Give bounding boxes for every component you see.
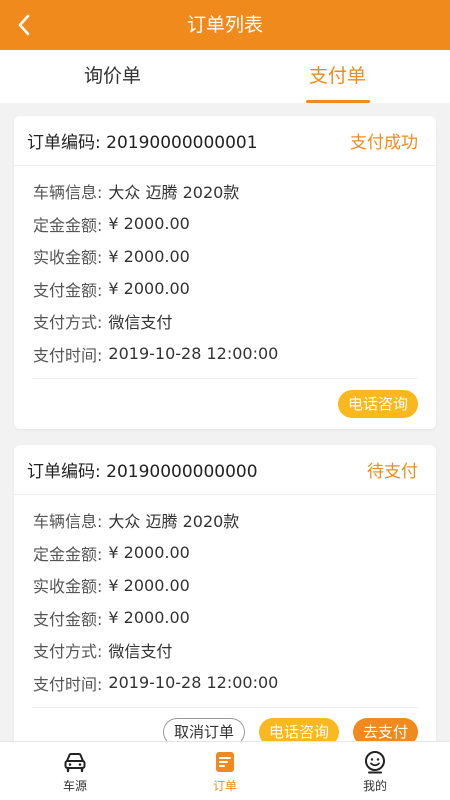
tabbar-item-profile[interactable]: 我的 <box>300 742 450 800</box>
order-status: 待支付 <box>367 462 418 482</box>
tab-inquiry-label: 询价单 <box>83 65 141 87</box>
order-card-header: 订单编码: 20190000000001 支付成功 <box>14 116 436 166</box>
field-value: 微信支付 <box>108 642 173 662</box>
payment-time-row: 支付时间: 2019-10-28 12:00:00 <box>33 338 436 371</box>
field-label: 支付金额: <box>33 280 103 300</box>
field-label: 定金金额: <box>33 544 103 564</box>
bottom-tab-bar: 车源 订单 我的 <box>0 741 450 800</box>
field-value: 大众 迈腾 2020款 <box>108 512 240 532</box>
phone-consult-button[interactable]: 电话咨询 <box>258 718 339 741</box>
field-value: ¥ 2000.00 <box>108 214 190 234</box>
active-tab-indicator <box>305 100 370 103</box>
payment-time-row: 支付时间: 2019-10-28 12:00:00 <box>33 667 436 700</box>
vehicle-info-row: 车辆信息: 大众 迈腾 2020款 <box>33 175 436 208</box>
tabbar-label: 订单 <box>212 778 237 793</box>
field-label: 支付方式: <box>33 313 103 333</box>
paid-amount-row: 支付金额: ¥ 2000.00 <box>33 602 436 635</box>
field-value: ¥ 2000.00 <box>108 608 190 628</box>
field-label: 车辆信息: <box>33 512 103 532</box>
order-status: 支付成功 <box>350 133 418 153</box>
field-value: 大众 迈腾 2020款 <box>108 183 240 203</box>
field-label: 车辆信息: <box>33 183 103 203</box>
payment-method-row: 支付方式: 微信支付 <box>33 634 436 667</box>
field-label: 支付方式: <box>33 642 103 662</box>
field-value: ¥ 2000.00 <box>108 246 190 266</box>
field-value: ¥ 2000.00 <box>108 543 190 563</box>
field-value: ¥ 2000.00 <box>108 279 190 299</box>
tabbar-label: 车源 <box>62 778 87 793</box>
order-details: 车辆信息: 大众 迈腾 2020款 定金金额: ¥ 2000.00 实收金额: ¥ 2… <box>14 495 436 699</box>
field-value: 微信支付 <box>108 313 173 333</box>
paid-amount-row: 支付金额: ¥ 2000.00 <box>33 273 436 306</box>
tab-payment[interactable]: 支付单 <box>225 50 450 103</box>
field-label: 支付时间: <box>33 345 103 365</box>
order-actions: 电话咨询 <box>14 379 436 429</box>
app-header: 订单列表 <box>0 0 450 50</box>
field-label: 实收金额: <box>33 248 103 268</box>
tab-payment-label: 支付单 <box>308 65 366 87</box>
field-label: 支付金额: <box>33 609 103 629</box>
profile-icon <box>365 750 385 773</box>
field-value: 2019-10-28 12:00:00 <box>108 344 279 364</box>
tabbar-item-orders[interactable]: 订单 <box>150 742 300 800</box>
vehicle-info-row: 车辆信息: 大众 迈腾 2020款 <box>33 504 436 537</box>
tabbar-label: 我的 <box>362 778 387 793</box>
payment-method-row: 支付方式: 微信支付 <box>33 305 436 338</box>
received-row: 实收金额: ¥ 2000.00 <box>33 569 436 602</box>
field-label: 支付时间: <box>33 674 103 694</box>
car-icon <box>64 752 86 772</box>
received-row: 实收金额: ¥ 2000.00 <box>33 240 436 273</box>
order-type-tabs: 询价单 支付单 <box>0 50 450 103</box>
page-title: 订单列表 <box>186 14 263 36</box>
order-card-header: 订单编码: 20190000000000 待支付 <box>14 445 436 495</box>
order-card: 订单编码: 20190000000001 支付成功 车辆信息: 大众 迈腾 202… <box>14 116 436 429</box>
go-pay-button[interactable]: 去支付 <box>352 718 418 741</box>
order-card: 订单编码: 20190000000000 待支付 车辆信息: 大众 迈腾 2020… <box>14 445 436 741</box>
field-label: 实收金额: <box>33 577 103 597</box>
order-icon <box>216 751 234 772</box>
order-number: 订单编码: 20190000000001 <box>27 133 258 153</box>
field-label: 定金金额: <box>33 215 103 235</box>
order-actions: 取消订单 电话咨询 去支付 <box>14 708 436 741</box>
order-details: 车辆信息: 大众 迈腾 2020款 定金金额: ¥ 2000.00 实收金额: ¥ 2… <box>14 166 436 370</box>
field-value: 2019-10-28 12:00:00 <box>108 673 279 693</box>
order-number: 订单编码: 20190000000000 <box>27 462 258 482</box>
deposit-row: 定金金额: ¥ 2000.00 <box>33 208 436 241</box>
tabbar-item-cars[interactable]: 车源 <box>0 742 150 800</box>
cancel-order-button[interactable]: 取消订单 <box>162 718 245 741</box>
tab-inquiry[interactable]: 询价单 <box>0 50 225 103</box>
phone-consult-button[interactable]: 电话咨询 <box>337 390 418 418</box>
deposit-row: 定金金额: ¥ 2000.00 <box>33 537 436 570</box>
field-value: ¥ 2000.00 <box>108 575 190 595</box>
